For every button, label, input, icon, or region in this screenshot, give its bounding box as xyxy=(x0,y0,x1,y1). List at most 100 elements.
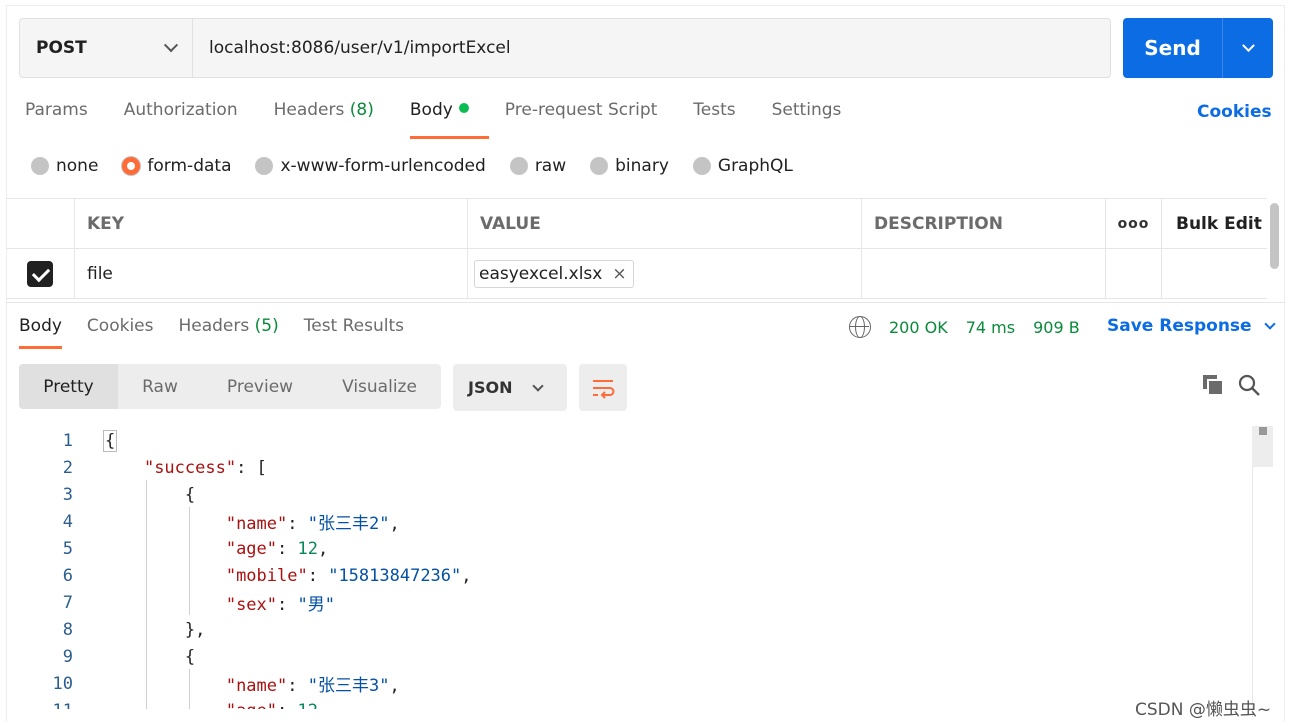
table-row: file easyexcel.xlsx × xyxy=(6,249,1267,299)
tab-label: Headers xyxy=(273,100,350,120)
json-value: "张三丰3" xyxy=(307,676,390,696)
tab-label: Test Results xyxy=(303,316,405,336)
radio-label: binary xyxy=(615,156,669,176)
format-label: JSON xyxy=(468,378,513,397)
row-spacer xyxy=(1162,249,1267,298)
globe-icon[interactable] xyxy=(849,316,871,338)
code-line: 1{ xyxy=(0,427,1250,454)
radio-form-data[interactable]: form-data xyxy=(122,156,231,176)
headers-count: (5) xyxy=(254,316,279,336)
chevron-down-icon xyxy=(1241,38,1255,52)
view-preview[interactable]: Preview xyxy=(202,364,318,409)
line-number: 10 xyxy=(52,673,73,694)
line-number: 4 xyxy=(62,511,73,532)
wrap-lines-button[interactable] xyxy=(579,364,627,411)
line-number: 11 xyxy=(0,701,73,710)
radio-circle xyxy=(590,157,609,175)
bulk-edit-button[interactable]: Bulk Edit xyxy=(1162,199,1267,248)
url-input[interactable]: localhost:8086/user/v1/importExcel xyxy=(193,19,1110,77)
save-response-button[interactable]: Save Response xyxy=(1107,316,1276,336)
tab-label: Cookies xyxy=(86,316,154,336)
table-scrollbar[interactable] xyxy=(1270,203,1279,269)
cookies-link[interactable]: Cookies xyxy=(1197,102,1272,122)
column-header-value: VALUE xyxy=(468,199,862,248)
response-tab-headers[interactable]: Headers (5) xyxy=(178,316,278,336)
json-value: "15813847236" xyxy=(328,565,462,586)
copy-icon[interactable] xyxy=(1202,374,1224,396)
row-spacer xyxy=(1106,249,1162,298)
send-button-group: Send xyxy=(1123,18,1273,78)
tab-pre-request-script[interactable]: Pre-request Script xyxy=(505,100,658,130)
line-number: 7 xyxy=(62,592,73,613)
file-chip: easyexcel.xlsx × xyxy=(474,259,634,288)
search-icon[interactable] xyxy=(1238,374,1260,396)
response-body-editor[interactable]: 1{ 2 "success": [ 3 { 4 "name": "张三丰2", … xyxy=(0,427,1250,709)
chevron-down-icon xyxy=(1263,318,1276,330)
response-tab-body[interactable]: Body xyxy=(19,316,62,349)
radio-circle xyxy=(31,157,49,175)
radio-circle xyxy=(692,157,711,175)
view-visualize[interactable]: Visualize xyxy=(318,364,441,409)
code-line: 2 "success": [ xyxy=(0,454,1250,481)
line-number: 1 xyxy=(62,430,73,451)
description-field[interactable] xyxy=(862,249,1106,298)
value-field[interactable]: easyexcel.xlsx × xyxy=(468,249,862,298)
request-tabs: Params Authorization Headers (8) Body Pr… xyxy=(25,100,877,139)
code-text: { xyxy=(103,429,118,452)
json-key: "age" xyxy=(225,538,278,559)
json-key: "success" xyxy=(143,457,237,478)
response-size[interactable]: 909 B xyxy=(1033,318,1080,337)
body-type-radios: none form-data x-www-form-urlencoded raw… xyxy=(31,156,817,176)
header-checkbox-cell xyxy=(6,199,75,248)
tab-settings[interactable]: Settings xyxy=(772,100,842,130)
indent-guide xyxy=(189,507,190,615)
radio-graphql[interactable]: GraphQL xyxy=(692,156,793,176)
method-select[interactable]: POST xyxy=(20,19,193,77)
code-text: { xyxy=(184,646,196,667)
form-data-table: KEY VALUE DESCRIPTION ooo Bulk Edit file… xyxy=(6,198,1267,299)
pane-divider[interactable] xyxy=(6,302,1285,303)
json-key: "name" xyxy=(225,514,288,534)
more-options-button[interactable]: ooo xyxy=(1106,199,1162,248)
tab-body[interactable]: Body xyxy=(409,100,489,139)
tab-label: Params xyxy=(25,100,88,120)
tab-authorization[interactable]: Authorization xyxy=(124,100,238,130)
key-field[interactable]: file xyxy=(75,249,468,298)
code-text: }, xyxy=(184,619,206,640)
response-tab-test-results[interactable]: Test Results xyxy=(304,316,404,336)
remove-file-icon[interactable]: × xyxy=(612,264,626,284)
view-raw[interactable]: Raw xyxy=(118,364,202,409)
radio-circle xyxy=(122,157,141,175)
radio-raw[interactable]: raw xyxy=(509,156,566,176)
tab-tests[interactable]: Tests xyxy=(693,100,735,130)
line-number: 5 xyxy=(62,538,73,559)
file-name: easyexcel.xlsx xyxy=(479,263,603,284)
response-time[interactable]: 74 ms xyxy=(966,318,1015,337)
tab-label: Headers xyxy=(178,316,255,336)
send-options-button[interactable] xyxy=(1223,18,1273,78)
wrap-lines-icon xyxy=(593,379,615,399)
tab-headers[interactable]: Headers (8) xyxy=(274,100,374,130)
code-line: 3 { xyxy=(0,481,1250,508)
status-code[interactable]: 200 OK xyxy=(889,318,948,337)
code-line: 5 "age": 12, xyxy=(0,535,1250,562)
line-number: 2 xyxy=(62,457,73,478)
code-line: 8 }, xyxy=(0,616,1250,643)
code-line: 7 "sex": "男" xyxy=(0,589,1250,616)
radio-x-www-form-urlencoded[interactable]: x-www-form-urlencoded xyxy=(255,156,486,176)
editor-scrollbar[interactable] xyxy=(1252,426,1273,467)
tab-params[interactable]: Params xyxy=(25,100,88,130)
radio-none[interactable]: none xyxy=(31,156,98,176)
watermark: CSDN @懒虫虫~ xyxy=(1135,700,1272,720)
code-text: { xyxy=(184,484,196,505)
format-select[interactable]: JSON xyxy=(453,364,567,411)
line-number: 9 xyxy=(62,646,73,667)
send-button[interactable]: Send xyxy=(1123,18,1223,78)
row-enabled-checkbox[interactable] xyxy=(27,260,53,287)
scrollbar-thumb[interactable] xyxy=(1259,427,1267,435)
radio-label: none xyxy=(56,156,99,176)
radio-binary[interactable]: binary xyxy=(590,156,669,176)
view-pretty[interactable]: Pretty xyxy=(19,364,118,409)
request-bar: POST localhost:8086/user/v1/importExcel xyxy=(19,18,1111,78)
response-tab-cookies[interactable]: Cookies xyxy=(87,316,154,336)
